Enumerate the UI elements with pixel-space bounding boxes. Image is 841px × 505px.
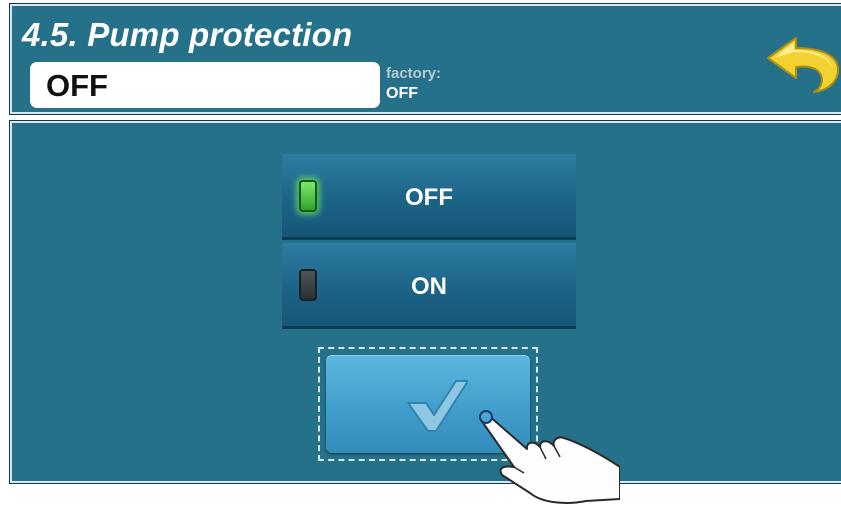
checkmark-icon	[407, 380, 468, 432]
option-on-button[interactable]: ON	[282, 243, 576, 329]
factory-label: factory:	[386, 65, 442, 82]
back-button[interactable]	[762, 30, 840, 96]
back-arrow-icon	[767, 37, 839, 93]
current-value: OFF	[46, 68, 108, 103]
option-on-label: ON	[411, 273, 447, 300]
factory-value: OFF	[386, 85, 418, 102]
confirm-button-focus[interactable]	[318, 347, 538, 461]
option-off-button[interactable]: OFF	[282, 154, 576, 240]
confirm-button[interactable]	[326, 355, 530, 453]
screen: 4.5. Pump protection OFF factory: OFF OF…	[0, 0, 841, 505]
current-value-box: OFF	[30, 62, 380, 108]
page-title: 4.5. Pump protection	[22, 16, 353, 53]
option-off-label: OFF	[405, 184, 453, 211]
